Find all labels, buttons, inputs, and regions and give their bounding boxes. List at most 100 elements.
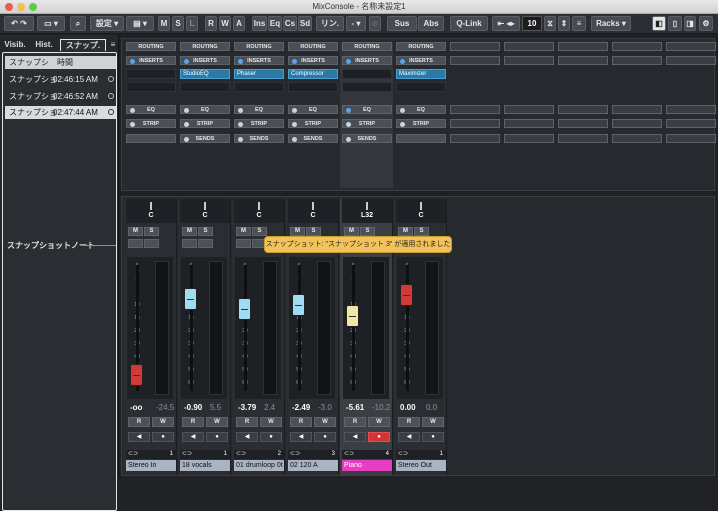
insert-slot[interactable]: Maximizer: [396, 69, 446, 79]
routing-button[interactable]: ROUTING: [180, 42, 230, 51]
pan-control[interactable]: C: [180, 199, 230, 223]
link-group-menu[interactable]: - ▾: [346, 16, 366, 31]
insert-slot-empty[interactable]: [180, 82, 230, 92]
read-automation-button[interactable]: R: [398, 417, 420, 427]
fader-handle[interactable]: [184, 288, 197, 310]
eq-button[interactable]: EQ: [234, 105, 284, 114]
read-automation-button[interactable]: R: [290, 417, 312, 427]
insert-slot[interactable]: [126, 69, 176, 79]
monitor-icon[interactable]: ◀: [398, 432, 420, 442]
tab-visibility[interactable]: Visib.: [3, 39, 27, 51]
insert-led-icon[interactable]: [130, 59, 135, 64]
insert-slot-empty[interactable]: [288, 82, 338, 92]
record-enable-icon[interactable]: ●: [206, 432, 228, 442]
write-automation-button[interactable]: W: [152, 417, 174, 427]
read-automation-button[interactable]: R: [128, 417, 150, 427]
strip-button[interactable]: STRIP: [342, 119, 392, 128]
sends-button[interactable]: [126, 134, 176, 143]
routing-button[interactable]: ROUTING: [126, 42, 176, 51]
routing-button[interactable]: ROUTING: [234, 42, 284, 51]
minimize-window-icon[interactable]: [17, 3, 25, 11]
monitor-icon[interactable]: ◀: [128, 432, 150, 442]
eq-led-icon[interactable]: [292, 108, 297, 113]
inserts-button[interactable]: INSERTS: [288, 56, 338, 65]
fader-handle[interactable]: [238, 298, 251, 320]
sends-button[interactable]: [396, 134, 446, 143]
pan-control[interactable]: C: [126, 199, 176, 223]
channel-name[interactable]: 18 vocals: [180, 460, 230, 471]
strip-button[interactable]: STRIP: [234, 119, 284, 128]
sends-button[interactable]: SENDS: [342, 134, 392, 143]
routing-button[interactable]: ROUTING: [342, 42, 392, 51]
channel-name[interactable]: Piano: [342, 460, 392, 471]
pan-control[interactable]: C: [234, 199, 284, 223]
routing-button[interactable]: ROUTING: [396, 42, 446, 51]
strip-button[interactable]: STRIP: [288, 119, 338, 128]
routing-button[interactable]: ROUTING: [288, 42, 338, 51]
recall-icon[interactable]: [108, 109, 114, 115]
monitor-in-button[interactable]: [182, 239, 197, 248]
eq-button[interactable]: EQ: [342, 105, 392, 114]
fader-value[interactable]: -2.49: [292, 403, 310, 412]
close-window-icon[interactable]: [5, 3, 13, 11]
fader-value[interactable]: -oo: [130, 403, 142, 412]
mute-button[interactable]: M: [236, 227, 251, 236]
inserts-button[interactable]: INSERTS: [342, 56, 392, 65]
record-enable-icon[interactable]: ●: [368, 432, 390, 442]
link-icon[interactable]: ⊂⊃: [290, 450, 300, 459]
inserts-button[interactable]: INSERTS: [180, 56, 230, 65]
monitor-icon[interactable]: ◀: [236, 432, 258, 442]
mute-all-button[interactable]: M: [158, 16, 170, 31]
monitor-icon[interactable]: ◀: [344, 432, 366, 442]
recall-icon[interactable]: [108, 76, 114, 82]
channel-width-controls[interactable]: ⇤ ◂▸: [492, 16, 520, 31]
fader-value[interactable]: -5.61: [346, 403, 364, 412]
read-automation-button[interactable]: R: [344, 417, 366, 427]
insert-led-icon[interactable]: [400, 59, 405, 64]
record-enable-icon[interactable]: ●: [422, 432, 444, 442]
snapshot-row-selected[interactable]: スナップショ02:47:44 AM: [5, 106, 116, 119]
solo-button[interactable]: S: [306, 227, 321, 236]
bypass-inserts-button[interactable]: Ins: [252, 16, 267, 31]
eq-led-icon[interactable]: [400, 108, 405, 113]
stepper-icon[interactable]: ⇕: [558, 16, 570, 31]
eq-button[interactable]: EQ: [180, 105, 230, 114]
insert-slot[interactable]: StudioEQ: [180, 69, 230, 79]
panel-menu-icon[interactable]: ≡: [108, 39, 118, 51]
visible-channels-field[interactable]: 10: [522, 16, 542, 31]
link-icon[interactable]: ⊂⊃: [398, 450, 408, 459]
write-automation-button[interactable]: W: [368, 417, 390, 427]
settings-menu[interactable]: 設定 ▾: [90, 16, 124, 31]
sends-button[interactable]: SENDS: [234, 134, 284, 143]
monitor-icon[interactable]: ◀: [182, 432, 204, 442]
strip-led-icon[interactable]: [292, 122, 297, 127]
inserts-button[interactable]: INSERTS: [396, 56, 446, 65]
insert-slot-empty[interactable]: [126, 82, 176, 92]
tab-snapshots[interactable]: スナップ.: [60, 39, 106, 51]
sends-led-icon[interactable]: [238, 137, 243, 142]
meter-zone-toggle-icon[interactable]: ▯: [668, 16, 682, 31]
snapshot-row[interactable]: スナップショ02:46:52 AM: [5, 90, 116, 103]
channel-zoom-icon[interactable]: ⧖: [544, 16, 556, 31]
strip-button[interactable]: STRIP: [180, 119, 230, 128]
bypass-strip-button[interactable]: Cs: [283, 16, 297, 31]
eq-button[interactable]: EQ: [126, 105, 176, 114]
pan-control[interactable]: L32: [342, 199, 392, 223]
insert-led-icon[interactable]: [184, 59, 189, 64]
insert-slot[interactable]: Phaser: [234, 69, 284, 79]
recall-icon[interactable]: [108, 93, 114, 99]
insert-slot-empty[interactable]: [234, 82, 284, 92]
record-enable-icon[interactable]: ●: [152, 432, 174, 442]
solo-button[interactable]: S: [360, 227, 375, 236]
pan-control[interactable]: C: [288, 199, 338, 223]
racks-menu[interactable]: Racks ▾: [591, 16, 631, 31]
window-layout-menu[interactable]: ▭ ▾: [37, 16, 65, 31]
solo-button[interactable]: S: [414, 227, 429, 236]
inserts-button[interactable]: INSERTS: [234, 56, 284, 65]
channel-name[interactable]: 02 120 A: [288, 460, 338, 471]
mute-button[interactable]: M: [344, 227, 359, 236]
eq-led-icon[interactable]: [346, 108, 351, 113]
strip-button[interactable]: STRIP: [126, 119, 176, 128]
suspend-button[interactable]: Sus: [387, 16, 417, 31]
pan-control[interactable]: C: [396, 199, 446, 223]
